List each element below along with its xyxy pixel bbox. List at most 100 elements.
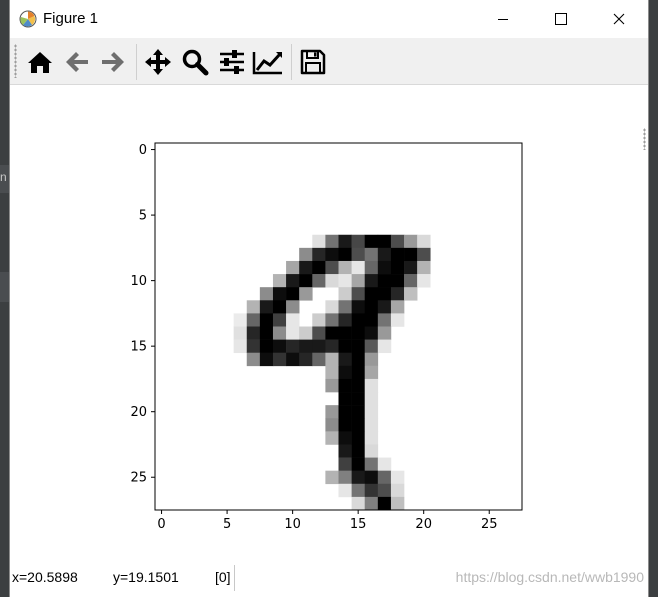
status-bar: x=20.5898 y=19.1501 [0] https://blog.csd… [10,563,648,597]
heatmap-cell [364,392,379,406]
save-button[interactable] [296,45,329,78]
heatmap-cell [390,300,405,314]
heatmap-cell [325,365,339,380]
x-tick-label: 0 [157,517,165,532]
heatmap-cell [364,444,379,458]
figure-window: Figure 1 0 5 10 15 20 25 0 5 10 15 20 25… [9,0,649,597]
heatmap-cell [351,234,366,249]
close-button[interactable] [590,0,648,38]
maximize-button[interactable] [532,0,590,38]
heatmap-cell [390,470,405,485]
heatmap-cell [299,326,313,340]
heatmap-cell [259,300,274,314]
heatmap-cell [364,457,379,471]
back-button[interactable] [60,45,93,78]
heatmap-cell [364,470,379,485]
arrow-left-icon [65,51,88,72]
heatmap-cell [338,392,352,406]
heatmap-cell [312,274,326,288]
heatmap-cell [404,287,418,301]
heatmap-cell [351,496,366,511]
heatmap-cell [338,339,352,354]
y-tick-label: 15 [130,340,147,355]
heatmap-cell [390,313,405,327]
heatmap-cell [299,352,313,367]
heatmap-cell [364,378,379,393]
heatmap-cell [272,274,287,288]
heatmap-cell [390,260,405,275]
heatmap-cell [299,274,313,288]
configure-subplots-button[interactable] [215,45,248,78]
heatmap-cell [286,274,300,288]
pan-button[interactable] [141,45,174,78]
minimize-button[interactable] [474,0,532,38]
toolbar-separator [136,44,137,80]
navigation-toolbar [10,38,648,85]
heatmap-cell [364,418,379,432]
heatmap-cell [325,418,339,432]
heatmap-cell [390,234,405,249]
x-tick-label: 5 [223,517,231,532]
y-tick-label: 20 [130,405,147,420]
title-bar[interactable]: Figure 1 [10,0,648,38]
heatmap-cell [246,326,261,340]
heatmap-cell [259,326,274,340]
heatmap-cell [377,313,392,327]
heatmap-cell [286,339,300,354]
heatmap-cell [325,378,339,393]
x-tick-label: 20 [415,517,432,532]
matplotlib-logo-icon [19,10,37,28]
plot-area[interactable]: 0 5 10 15 20 25 0 5 10 15 20 25 [10,85,648,563]
heatmap-cell [351,287,366,301]
heatmap-cell [351,300,366,314]
toolbar-grip[interactable] [14,44,17,78]
heatmap-cell [364,274,379,288]
heatmap-cell [325,313,339,327]
y-tick-label: 5 [139,209,147,224]
cursor-x-readout: x=20.5898 [12,569,78,585]
home-button[interactable] [23,45,56,78]
heatmap-cell [377,300,392,314]
scrollbar-grip[interactable] [643,128,646,150]
heatmap-cell [364,326,379,340]
heatmap-cell [377,234,392,249]
window-title: Figure 1 [43,10,99,27]
heatmap-cell [286,313,300,327]
heatmap-cell [351,247,366,262]
close-icon [613,13,625,25]
heatmap-cell [364,313,379,327]
heatmap-cell [325,260,339,275]
y-tick-label: 0 [139,143,147,158]
heatmap-cell [417,247,431,262]
heatmap-cell [404,260,418,275]
heatmap-cell [325,352,339,367]
y-tick-label: 25 [130,471,147,486]
heatmap-cell [338,483,352,498]
line-chart-icon [252,51,282,74]
heatmap-cell [312,326,326,340]
home-icon [27,51,52,73]
heatmap-cell [312,260,326,275]
figure-canvas[interactable]: 0 5 10 15 20 25 0 5 10 15 20 25 [10,85,648,563]
forward-button[interactable] [96,45,129,78]
save-icon [300,49,325,74]
edit-axes-button[interactable] [251,45,284,78]
heatmap-cell [351,378,366,393]
maximize-icon [555,13,567,25]
heatmap-cell [364,405,379,419]
heatmap-cell [351,274,366,288]
heatmap-cell [259,339,274,354]
heatmap-cell [272,352,287,367]
heatmap-cell [338,431,352,445]
heatmap-cell [417,234,431,249]
heatmap-cell [338,352,352,367]
heatmap-cell [325,470,339,485]
heatmap-cell [364,260,379,275]
heatmap-cell [351,431,366,445]
zoom-button[interactable] [178,45,211,78]
minimize-icon [498,19,508,20]
heatmap-cell [377,339,392,354]
heatmap-cell [338,313,352,327]
heatmap-cell [299,287,313,301]
heatmap-cell [377,496,392,511]
